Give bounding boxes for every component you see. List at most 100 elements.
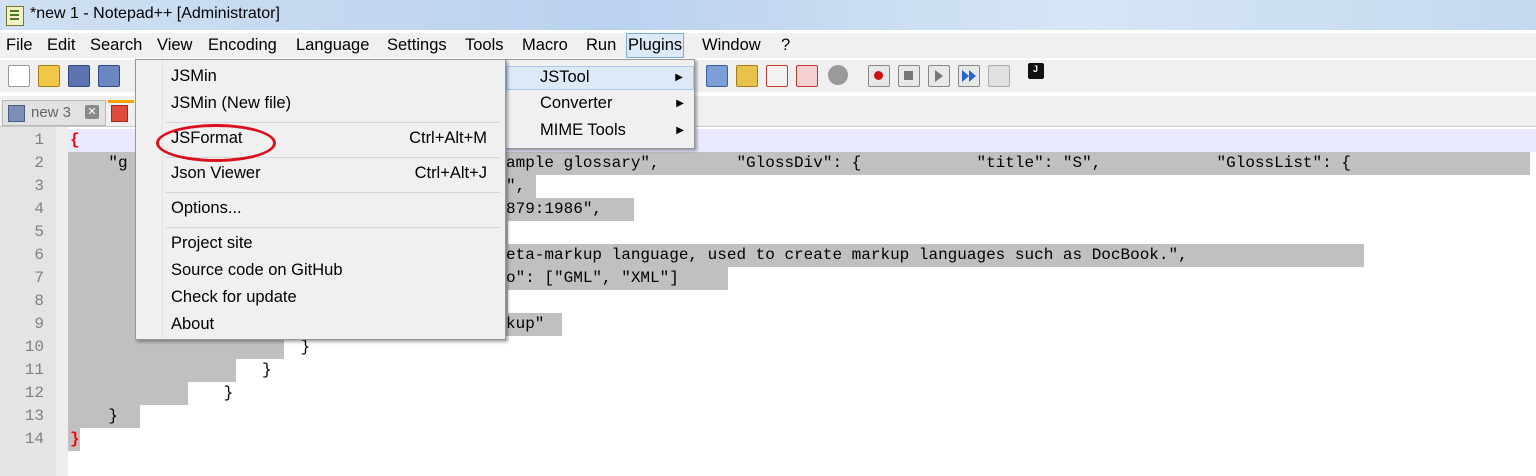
tab-label: new 3 xyxy=(31,104,72,121)
jstool-icon[interactable]: J xyxy=(1028,63,1044,79)
jstool-item-project-site[interactable]: Project site xyxy=(136,233,505,257)
menu-item-label: JSTool xyxy=(540,68,590,86)
submenu-arrow-icon: ▶ xyxy=(675,72,683,83)
monitoring-icon[interactable] xyxy=(828,65,848,85)
plugins-item-converter[interactable]: Converter ▶ xyxy=(506,93,694,117)
line-number: 1 xyxy=(34,131,44,149)
function-list-icon[interactable] xyxy=(766,65,788,87)
line-number: 12 xyxy=(24,384,44,402)
code-line: } xyxy=(70,407,119,425)
line-number: 6 xyxy=(34,246,44,264)
code-line: "g xyxy=(70,154,128,172)
line-number: 5 xyxy=(34,223,44,241)
line-number: 9 xyxy=(34,315,44,333)
plugins-menu: JSTool ▶ Converter ▶ MIME Tools ▶ xyxy=(505,59,695,149)
line-number: 11 xyxy=(24,361,44,379)
jstool-item-options[interactable]: Options... xyxy=(136,198,505,222)
fold-margin xyxy=(56,127,68,476)
menu-item-label: Json Viewer xyxy=(171,164,261,182)
code-fragment: o": ["GML", "XML"] xyxy=(506,269,679,287)
record-macro-icon[interactable] xyxy=(868,65,890,87)
menu-run[interactable]: Run xyxy=(586,36,616,55)
code-fragment: ample glossary", "GlossDiv": { "title": … xyxy=(506,154,1351,172)
line-number: 10 xyxy=(24,338,44,356)
code-line: { xyxy=(70,131,80,149)
notepad-plus-plus-icon xyxy=(6,6,24,26)
folder-workspace-icon[interactable] xyxy=(796,65,818,87)
menu-item-label: Project site xyxy=(171,234,253,252)
menu-item-label: JSMin (New file) xyxy=(171,94,292,112)
menu-edit[interactable]: Edit xyxy=(47,36,75,55)
jstool-submenu: JSMin JSMin (New file) JSFormat Ctrl+Alt… xyxy=(135,59,506,340)
submenu-arrow-icon: ▶ xyxy=(676,125,684,136)
menu-item-label: Source code on GitHub xyxy=(171,261,343,279)
jstool-item-source-code[interactable]: Source code on GitHub xyxy=(136,260,505,284)
plugins-item-mime-tools[interactable]: MIME Tools ▶ xyxy=(506,120,694,144)
unsaved-disk-icon xyxy=(111,105,128,122)
code-line: } xyxy=(70,338,311,356)
tab-new-3[interactable]: new 3 ✕ xyxy=(2,100,106,126)
menu-settings[interactable]: Settings xyxy=(387,36,447,55)
jstool-item-about[interactable]: About xyxy=(136,314,505,338)
code-fragment: kup" xyxy=(506,315,545,333)
menu-item-label: About xyxy=(171,315,215,333)
close-tab-icon[interactable]: ✕ xyxy=(85,105,99,119)
menu-separator xyxy=(166,192,500,193)
submenu-arrow-icon: ▶ xyxy=(676,98,684,109)
run-macro-multiple-icon[interactable] xyxy=(958,65,980,87)
code-fragment: 879:1986", xyxy=(506,200,603,218)
menu-window[interactable]: Window xyxy=(702,36,761,55)
menu-item-shortcut: Ctrl+Alt+J xyxy=(414,164,487,182)
saved-disk-icon xyxy=(8,105,25,122)
jstool-item-json-viewer[interactable]: Json Viewer Ctrl+Alt+J xyxy=(136,163,505,187)
jstool-item-jsmin-new-file[interactable]: JSMin (New file) xyxy=(136,93,505,117)
title-bar: *new 1 - Notepad++ [Administrator] xyxy=(0,0,1536,30)
menu-file[interactable]: File xyxy=(6,36,33,55)
line-number: 7 xyxy=(34,269,44,287)
save-icon[interactable] xyxy=(68,65,90,87)
window-title: *new 1 - Notepad++ [Administrator] xyxy=(30,5,280,22)
line-number: 13 xyxy=(24,407,44,425)
menu-item-label: Options... xyxy=(171,199,242,217)
menu-search[interactable]: Search xyxy=(90,36,142,55)
code-fragment: ", xyxy=(506,177,526,195)
play-macro-icon[interactable] xyxy=(928,65,950,87)
menu-item-shortcut: Ctrl+Alt+M xyxy=(409,129,487,147)
line-number: 8 xyxy=(34,292,44,310)
code-line: } xyxy=(70,361,272,379)
plugins-item-jstool[interactable]: JSTool ▶ xyxy=(506,66,694,90)
tab-new-1[interactable] xyxy=(108,100,134,127)
save-all-icon[interactable] xyxy=(98,65,120,87)
open-file-icon[interactable] xyxy=(38,65,60,87)
highlight-ellipse xyxy=(156,124,276,162)
save-macro-icon[interactable] xyxy=(988,65,1010,87)
menu-tools[interactable]: Tools xyxy=(465,36,504,55)
menu-separator xyxy=(166,122,500,123)
code-fragment: eta-markup language, used to create mark… xyxy=(506,246,1188,264)
word-wrap-icon[interactable] xyxy=(706,65,728,87)
new-file-icon[interactable] xyxy=(8,65,30,87)
menu-view[interactable]: View xyxy=(157,36,192,55)
line-number: 4 xyxy=(34,200,44,218)
menu-bar: File Edit Search View Encoding Language … xyxy=(0,33,1536,58)
menu-encoding[interactable]: Encoding xyxy=(208,36,277,55)
code-line: } xyxy=(70,384,234,402)
menu-item-label: Converter xyxy=(540,94,613,112)
menu-help[interactable]: ? xyxy=(781,36,790,55)
line-number: 3 xyxy=(34,177,44,195)
stop-macro-icon[interactable] xyxy=(898,65,920,87)
line-number-gutter: 1 2 3 4 5 6 7 8 9 10 11 12 13 14 xyxy=(0,127,56,476)
code-line: } xyxy=(70,430,80,448)
menu-item-label: Check for update xyxy=(171,288,297,306)
menu-macro[interactable]: Macro xyxy=(522,36,568,55)
jstool-item-check-update[interactable]: Check for update xyxy=(136,287,505,311)
menu-item-label: MIME Tools xyxy=(540,121,626,139)
map-icon[interactable] xyxy=(736,65,758,87)
line-number: 14 xyxy=(24,430,44,448)
line-number: 2 xyxy=(34,154,44,172)
menu-plugins[interactable]: Plugins xyxy=(626,33,685,58)
menu-separator xyxy=(166,227,500,228)
jstool-item-jsmin[interactable]: JSMin xyxy=(136,66,505,90)
menu-language[interactable]: Language xyxy=(296,36,369,55)
menu-item-label: JSMin xyxy=(171,67,217,85)
